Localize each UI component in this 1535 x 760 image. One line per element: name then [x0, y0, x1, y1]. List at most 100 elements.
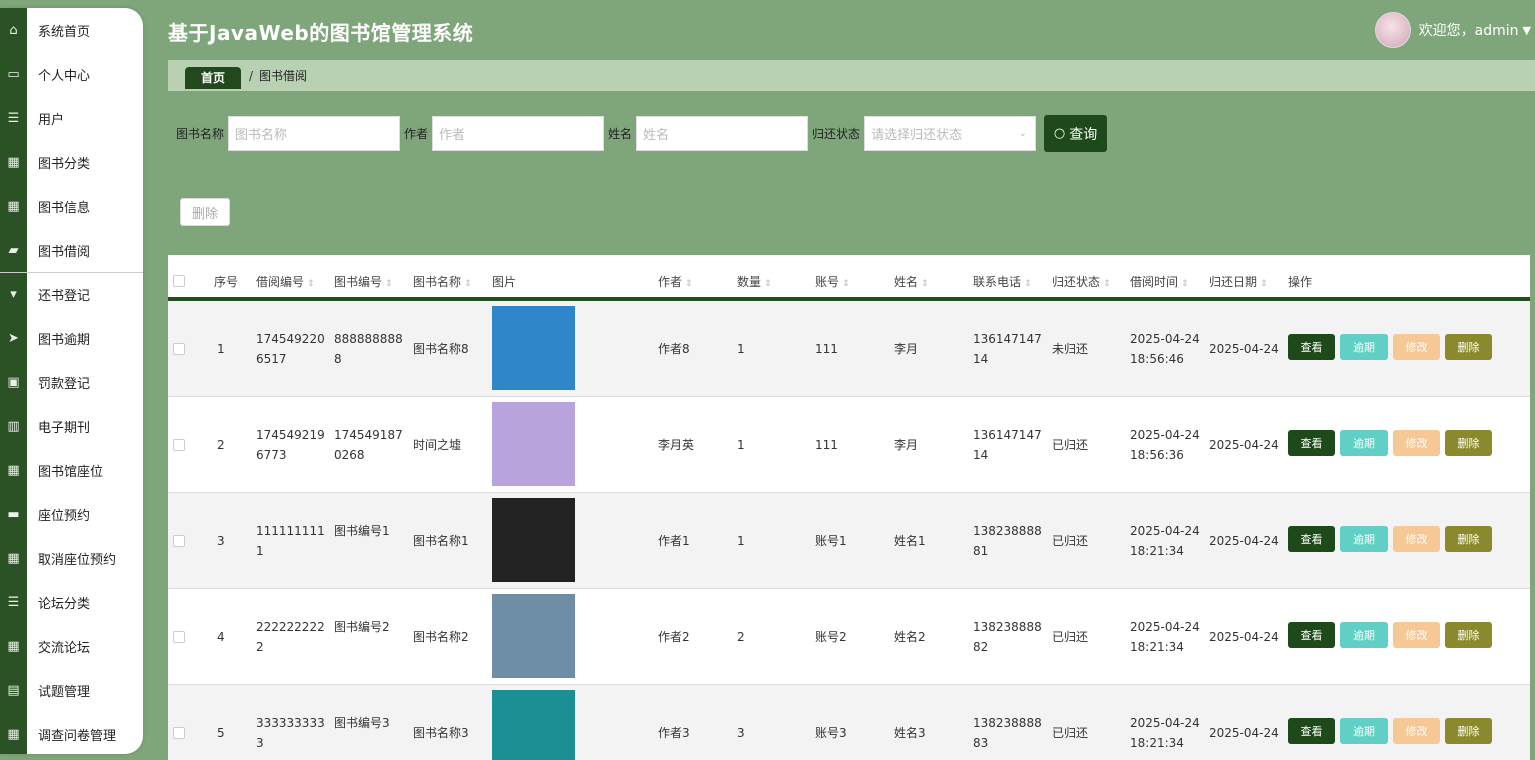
delete-button[interactable]: 删除: [1445, 718, 1492, 744]
edit-button[interactable]: 修改: [1393, 622, 1440, 648]
app-title: 基于JavaWeb的图书馆管理系统: [168, 21, 474, 45]
user-menu[interactable]: 欢迎您，admin ▼: [1374, 12, 1531, 48]
th-book-name[interactable]: 图书名称 ⇕: [413, 273, 472, 290]
sort-icon[interactable]: ⇕: [1103, 279, 1111, 289]
sort-icon[interactable]: ⇕: [1024, 279, 1032, 289]
sort-icon[interactable]: ⇕: [1181, 279, 1189, 289]
cell-account: 账号2: [815, 630, 847, 644]
sidebar-item[interactable]: ▦ 图书信息: [0, 184, 143, 228]
sidebar-item[interactable]: ☰ 用户: [0, 96, 143, 140]
cell-return-date: 2025-04-24: [1209, 342, 1279, 356]
cell-book-name: 图书名称1: [413, 534, 469, 548]
query-button-label: 查询: [1069, 126, 1098, 143]
chevron-down-icon: ⌄: [1018, 128, 1028, 139]
sidebar-item[interactable]: ▰ 图书借阅: [0, 228, 143, 273]
sidebar-item-label: 图书借阅: [38, 244, 91, 260]
overdue-button[interactable]: 逾期: [1340, 718, 1388, 744]
sidebar-item[interactable]: ▾ 还书登记: [0, 272, 143, 316]
cell-author: 作者8: [658, 342, 690, 356]
th-status[interactable]: 归还状态 ⇕: [1052, 273, 1111, 290]
sort-icon[interactable]: ⇕: [464, 279, 472, 289]
caret-down-icon[interactable]: ▼: [1523, 24, 1531, 37]
cell-status: 已归还: [1052, 534, 1089, 548]
search-bar: 图书名称 图书名称 作者 作者 姓名 姓名 归还状态 请选择归还状态 ⌄ ○ 查…: [176, 115, 1108, 152]
th-qty[interactable]: 数量 ⇕: [737, 273, 772, 290]
sidebar-item[interactable]: ▦ 调查问卷管理: [0, 712, 143, 754]
cell-book-no: 8888888888: [334, 332, 403, 366]
sidebar-item[interactable]: ➤ 图书逾期: [0, 316, 143, 360]
row-checkbox[interactable]: [173, 631, 185, 643]
delete-button[interactable]: 删除: [1445, 526, 1492, 552]
author-input[interactable]: 作者: [432, 116, 605, 151]
sort-icon[interactable]: ⇕: [685, 279, 693, 289]
th-name[interactable]: 姓名 ⇕: [894, 273, 929, 290]
view-button[interactable]: 查看: [1288, 430, 1335, 456]
status-select[interactable]: 请选择归还状态 ⌄: [864, 116, 1037, 151]
th-author[interactable]: 作者 ⇕: [658, 273, 693, 290]
borrow-table: 序号 借阅编号 ⇕ 图书编号 ⇕ 图书名称 ⇕ 图片 作者 ⇕ 数量 ⇕ 账号 ⇕ 姓名 ⇕ …: [168, 255, 1530, 760]
th-return-date[interactable]: 归还日期 ⇕: [1209, 273, 1268, 290]
sidebar-item[interactable]: ▭ 个人中心: [0, 52, 143, 96]
cell-return-date: 2025-04-24: [1209, 726, 1279, 740]
query-button[interactable]: ○ 查询: [1044, 115, 1108, 152]
th-account[interactable]: 账号 ⇕: [815, 273, 850, 290]
view-button[interactable]: 查看: [1288, 718, 1335, 744]
row-checkbox[interactable]: [173, 439, 185, 451]
th-phone[interactable]: 联系电话 ⇕: [973, 273, 1032, 290]
th-borrow-time[interactable]: 借阅时间 ⇕: [1130, 273, 1189, 290]
sidebar-item[interactable]: ☰ 论坛分类: [0, 580, 143, 624]
overdue-button[interactable]: 逾期: [1340, 622, 1388, 648]
sidebar-item[interactable]: ▦ 取消座位预约: [0, 536, 143, 580]
sort-icon[interactable]: ⇕: [385, 279, 393, 289]
row-checkbox[interactable]: [173, 727, 185, 739]
row-checkbox[interactable]: [173, 343, 185, 355]
overdue-button[interactable]: 逾期: [1340, 526, 1388, 552]
view-button[interactable]: 查看: [1288, 334, 1335, 360]
cell-borrow-no: 1745492196773: [256, 428, 325, 462]
sidebar-item-label: 交流论坛: [38, 640, 91, 656]
name-input[interactable]: 姓名: [636, 116, 809, 151]
delete-button[interactable]: 删除: [1445, 622, 1492, 648]
sidebar-item[interactable]: ▣ 罚款登记: [0, 360, 143, 404]
edit-button[interactable]: 修改: [1393, 334, 1440, 360]
home-icon: ⌂: [9, 22, 18, 38]
sidebar: ⌂ 系统首页 ▭ 个人中心 ☰ 用户 ▦ 图书分类 ▦ 图书信息 ▰ 图书借阅 ▾ 还书登记 ➤ 图书逾期 ▣ 罚…: [0, 8, 143, 754]
overdue-button[interactable]: 逾期: [1340, 334, 1388, 360]
breadcrumb-home[interactable]: 首页: [185, 66, 241, 89]
avatar[interactable]: [1374, 12, 1411, 48]
book-name-input[interactable]: 图书名称: [228, 116, 401, 151]
overdue-button[interactable]: 逾期: [1340, 430, 1388, 456]
row-checkbox[interactable]: [173, 535, 185, 547]
table-row: 1 1745492206517 8888888888 图书名称8 作者8 1 111 李月 13…: [168, 301, 1530, 397]
sort-icon[interactable]: ⇕: [307, 279, 315, 289]
sort-icon[interactable]: ⇕: [1260, 279, 1268, 289]
breadcrumb: 首页 / 图书借阅: [168, 60, 1535, 91]
th-borrow-no[interactable]: 借阅编号 ⇕: [256, 273, 315, 290]
sort-icon[interactable]: ⇕: [921, 279, 929, 289]
sidebar-item[interactable]: ▦ 图书分类: [0, 140, 143, 184]
name-label: 姓名: [608, 127, 633, 141]
delete-button[interactable]: 删除: [1445, 334, 1492, 360]
th-book-no[interactable]: 图书编号 ⇕: [334, 273, 393, 290]
sidebar-item[interactable]: ▥ 电子期刊: [0, 404, 143, 448]
list-icon: ☰: [7, 110, 20, 126]
cell-author: 作者2: [658, 630, 690, 644]
edit-button[interactable]: 修改: [1393, 430, 1440, 456]
view-button[interactable]: 查看: [1288, 622, 1335, 648]
sidebar-item[interactable]: ▦ 交流论坛: [0, 624, 143, 668]
batch-delete-button[interactable]: 删除: [180, 198, 230, 226]
sort-icon[interactable]: ⇕: [764, 279, 772, 289]
sidebar-item[interactable]: ▦ 图书馆座位: [0, 448, 143, 492]
view-button[interactable]: 查看: [1288, 526, 1335, 552]
cell-book-name: 图书名称8: [413, 342, 469, 356]
select-all-checkbox[interactable]: [173, 275, 185, 287]
edit-button[interactable]: 修改: [1393, 718, 1440, 744]
sidebar-item[interactable]: ▤ 试题管理: [0, 668, 143, 712]
cell-book-no: 图书编号3: [334, 716, 390, 730]
sidebar-item-label: 还书登记: [38, 288, 91, 304]
sidebar-item[interactable]: ▬ 座位预约: [0, 492, 143, 536]
sort-icon[interactable]: ⇕: [842, 279, 850, 289]
delete-button[interactable]: 删除: [1445, 430, 1492, 456]
sidebar-item[interactable]: ⌂ 系统首页: [0, 8, 143, 52]
edit-button[interactable]: 修改: [1393, 526, 1440, 552]
